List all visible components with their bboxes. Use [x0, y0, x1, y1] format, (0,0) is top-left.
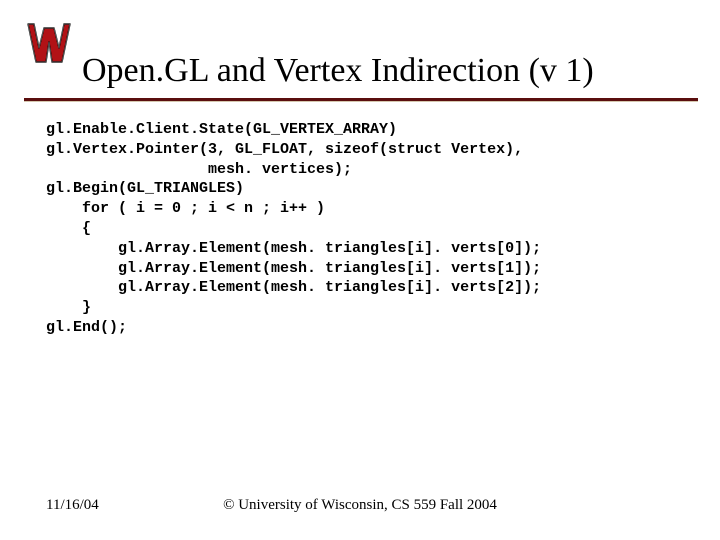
- slide-title: Open.GL and Vertex Indirection (v 1): [82, 52, 696, 90]
- wisconsin-w-logo: [24, 18, 74, 68]
- slide: Open.GL and Vertex Indirection (v 1) gl.…: [0, 0, 720, 540]
- title-underline-shadow: [24, 101, 698, 102]
- title-wrap: Open.GL and Vertex Indirection (v 1): [82, 52, 696, 90]
- code-block: gl.Enable.Client.State(GL_VERTEX_ARRAY) …: [46, 120, 541, 338]
- footer-copyright: © University of Wisconsin, CS 559 Fall 2…: [46, 497, 674, 514]
